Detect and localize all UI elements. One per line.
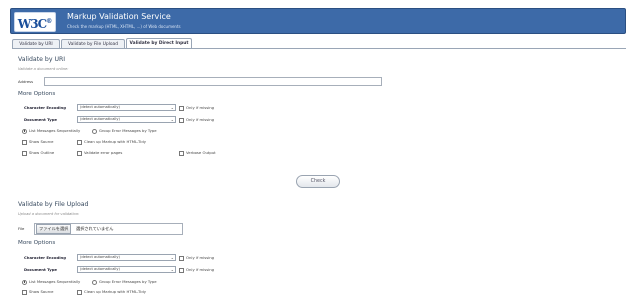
upload-section-heading: Validate by File Upload	[18, 201, 89, 208]
chevron-down-icon: ⌄	[170, 117, 174, 122]
checkbox[interactable]	[179, 255, 184, 261]
checkbox[interactable]	[77, 139, 82, 145]
upload-show-source-checkbox[interactable]: Show Source	[22, 289, 54, 295]
upload-doctype-select[interactable]: (detect automatically) ⌄	[77, 266, 176, 273]
list-sequentially-radio[interactable]: List Messages Sequentially	[22, 128, 80, 134]
checkbox[interactable]	[179, 117, 184, 123]
upload-doctype-label: Document Type	[24, 267, 57, 272]
address-input[interactable]	[44, 77, 382, 86]
doctype-label: Document Type	[24, 117, 57, 122]
checkbox[interactable]	[179, 267, 184, 273]
checkbox[interactable]	[22, 289, 27, 295]
upload-clean-up-checkbox[interactable]: Clean up Markup with HTML-Tidy	[77, 289, 146, 295]
validate-error-pages-checkbox[interactable]: Validate error pages	[77, 150, 122, 156]
char-encoding-label: Character Encoding	[24, 105, 66, 110]
tab-divider	[12, 48, 626, 49]
upload-section-subtitle: Upload a document for validation:	[18, 212, 80, 216]
checkbox[interactable]	[77, 289, 82, 295]
char-encoding-select[interactable]: (detect automatically) ⌄	[77, 104, 176, 111]
verbose-output-checkbox[interactable]: Verbose Output	[179, 150, 216, 156]
clean-up-checkbox[interactable]: Clean up Markup with HTML-Tidy	[77, 139, 146, 145]
check-button[interactable]: Check	[296, 175, 340, 188]
more-options-heading: More Options	[18, 91, 56, 97]
upload-group-by-type-radio[interactable]: Group Error Messages by Type	[92, 279, 157, 285]
upload-char-encoding-only-if-missing[interactable]: Only if missing	[179, 255, 214, 261]
uri-section-heading: Validate by URI	[18, 56, 66, 63]
chevron-down-icon: ⌄	[170, 255, 174, 260]
radio[interactable]	[92, 279, 97, 285]
choose-file-button[interactable]: ファイルを選択	[36, 224, 72, 234]
uri-section-subtitle: Validate a document online:	[18, 67, 69, 71]
chevron-down-icon: ⌄	[170, 267, 174, 272]
chevron-down-icon: ⌄	[170, 105, 174, 110]
upload-doctype-only-if-missing[interactable]: Only if missing	[179, 267, 214, 273]
w3c-logo[interactable]: W3C®	[14, 12, 56, 32]
checkbox[interactable]	[179, 150, 184, 156]
doctype-select[interactable]: (detect automatically) ⌄	[77, 116, 176, 123]
show-source-checkbox[interactable]: Show Source	[22, 139, 54, 145]
address-label: Address	[18, 79, 34, 84]
group-by-type-radio[interactable]: Group Error Messages by Type	[92, 128, 157, 134]
checkbox[interactable]	[77, 150, 82, 156]
radio[interactable]	[92, 128, 97, 134]
upload-char-encoding-select[interactable]: (detect automatically) ⌄	[77, 254, 176, 261]
radio-selected[interactable]	[22, 128, 27, 134]
checkbox[interactable]	[22, 139, 27, 145]
site-header: W3C® Markup Validation Service Check the…	[10, 8, 626, 34]
upload-char-encoding-label: Character Encoding	[24, 255, 66, 260]
file-status: 選択されていません	[76, 226, 114, 231]
upload-more-options-heading: More Options	[18, 240, 56, 246]
doctype-only-if-missing[interactable]: Only if missing	[179, 117, 214, 123]
char-encoding-only-if-missing[interactable]: Only if missing	[179, 105, 214, 111]
radio-selected[interactable]	[22, 279, 27, 285]
checkbox[interactable]	[22, 150, 27, 156]
page-title: Markup Validation Service	[67, 12, 171, 21]
checkbox[interactable]	[179, 105, 184, 111]
upload-list-sequentially-radio[interactable]: List Messages Sequentially	[22, 279, 80, 285]
tagline: Check the markup (HTML, XHTML, ...) of W…	[67, 24, 181, 29]
show-outline-checkbox[interactable]: Show Outline	[22, 150, 54, 156]
file-label: File	[18, 226, 25, 231]
